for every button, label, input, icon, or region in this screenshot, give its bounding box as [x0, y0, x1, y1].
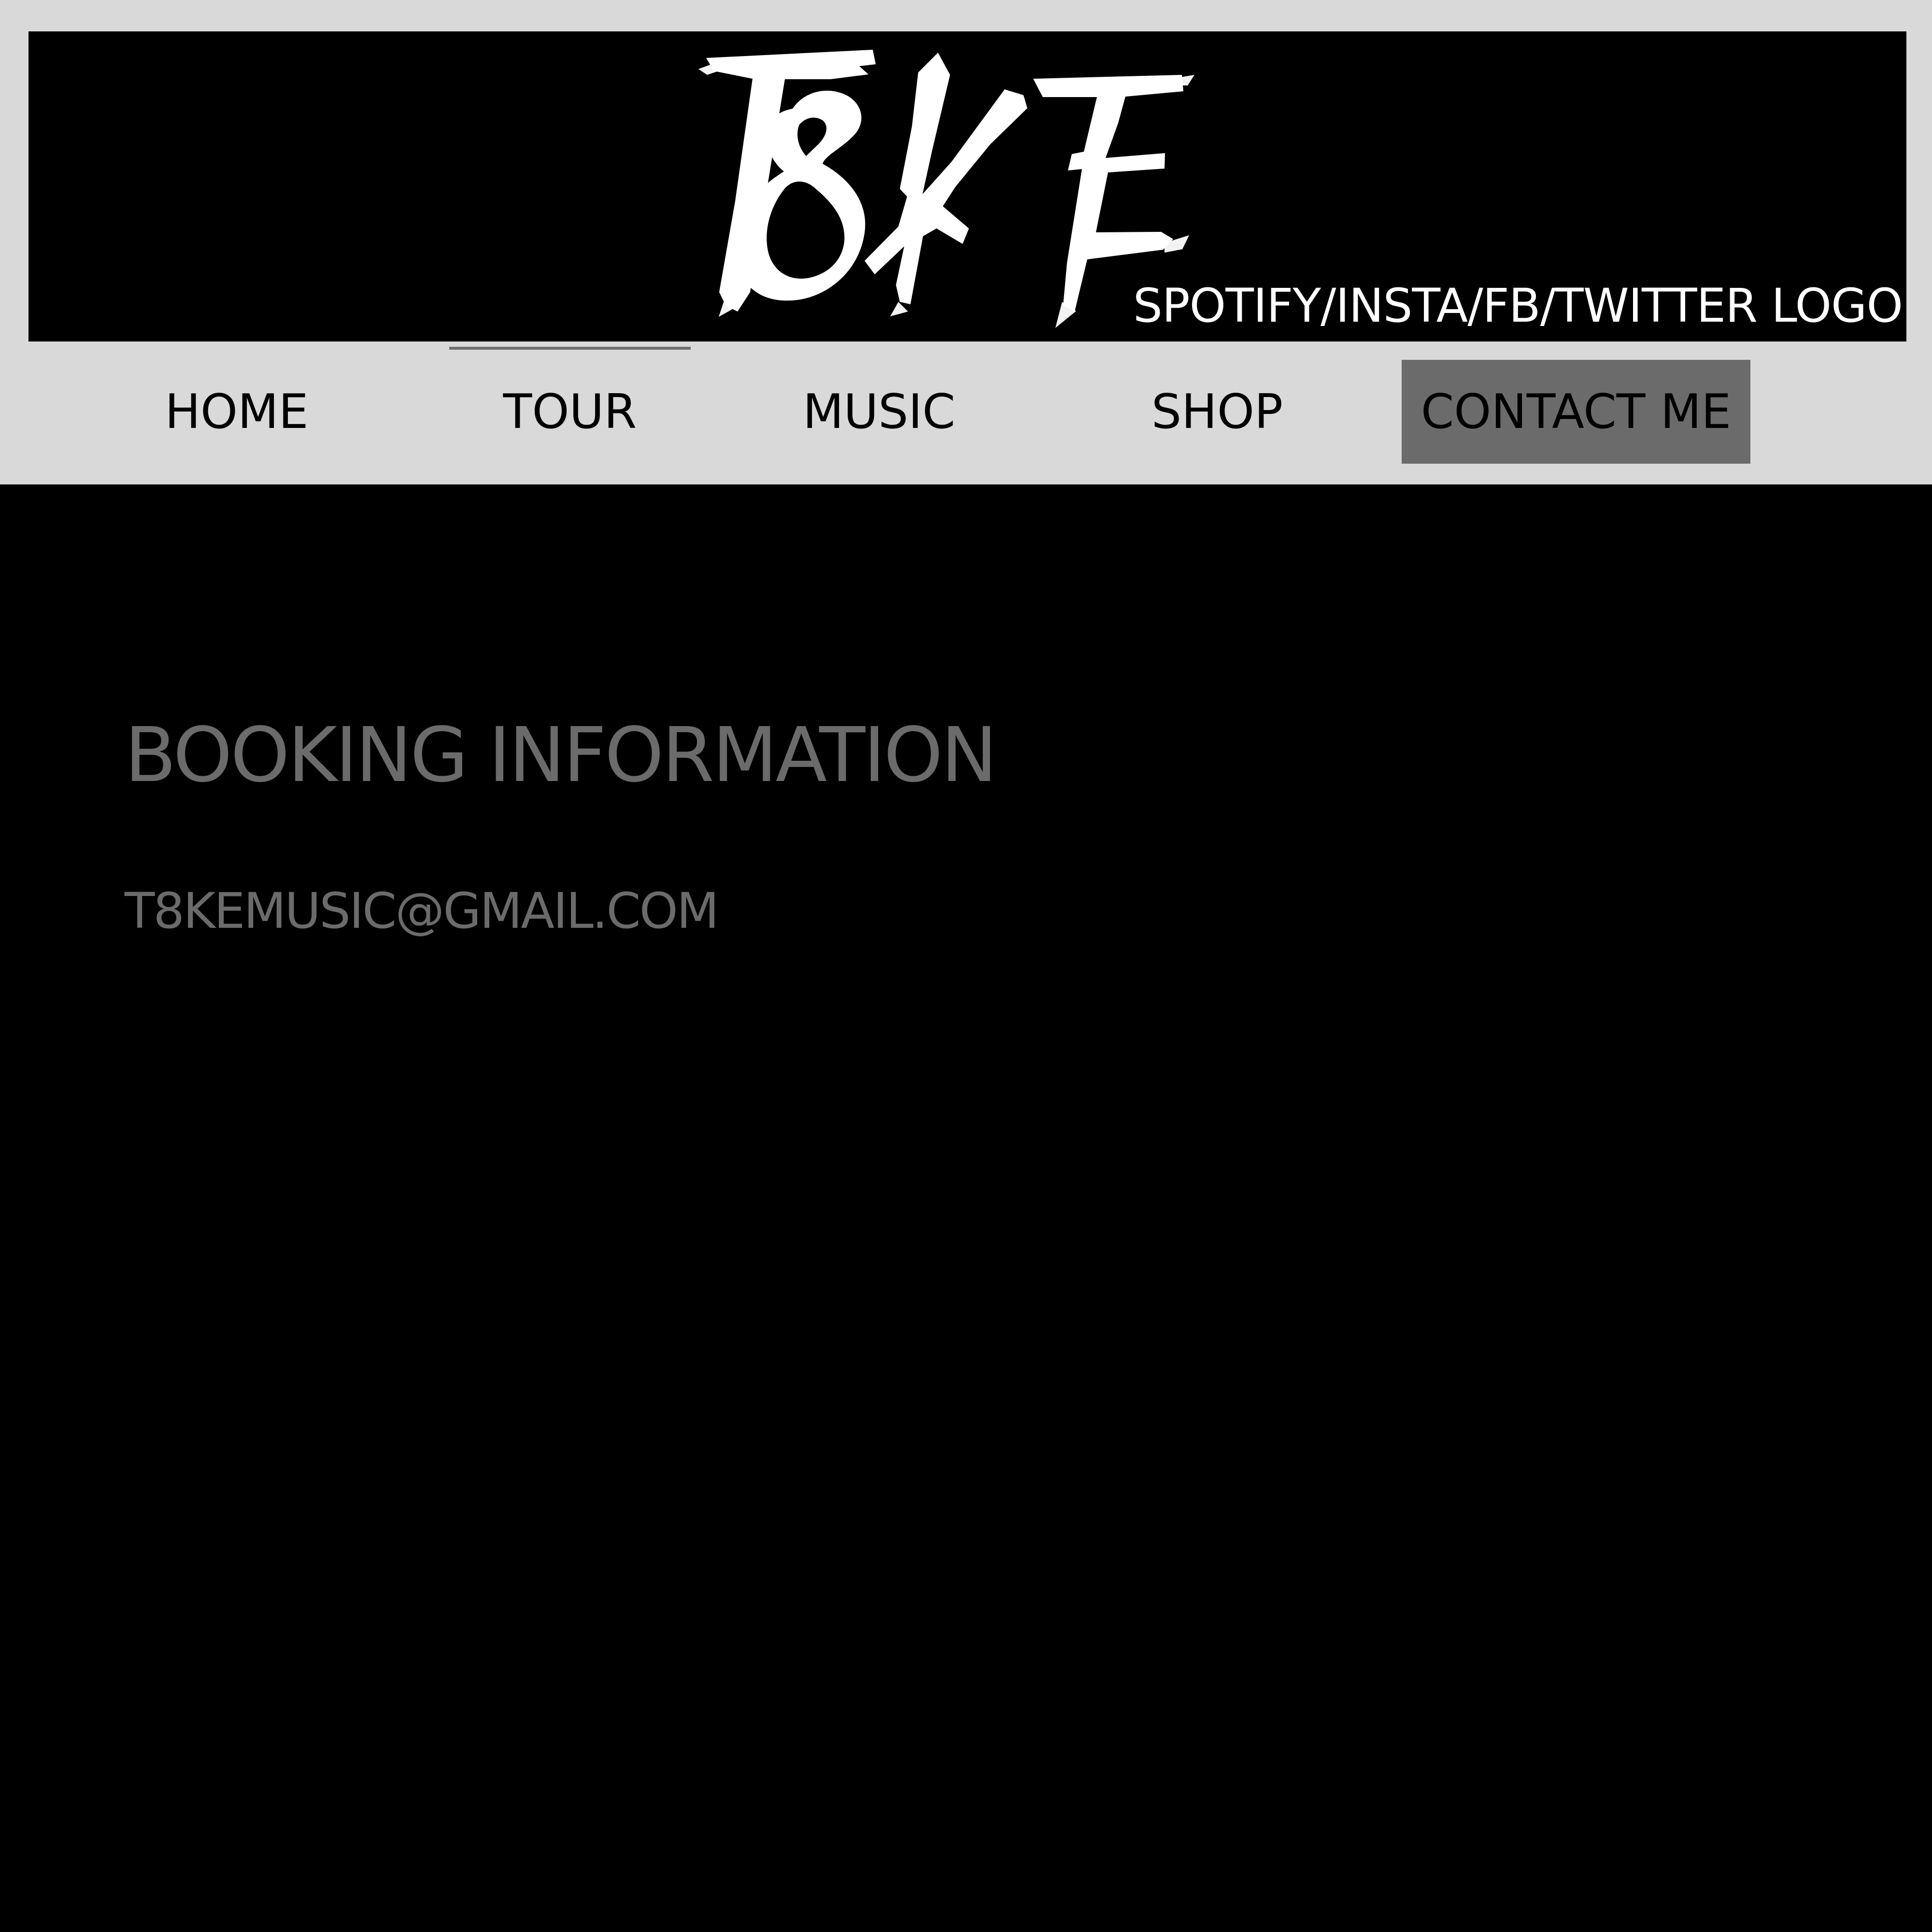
- nav-tour-link[interactable]: TOUR: [449, 360, 691, 464]
- nav-contact-link[interactable]: CONTACT ME: [1402, 360, 1750, 464]
- nav-shop-link[interactable]: SHOP: [1092, 360, 1343, 464]
- header-banner: SPOTIFY/INSTA/FB/TWITTER LOGO: [28, 31, 1906, 341]
- booking-email-link[interactable]: T8KEMUSIC@GMAIL.COM: [125, 887, 719, 936]
- booking-information-heading: BOOKING INFORMATION: [125, 711, 997, 799]
- nav-music-link[interactable]: MUSIC: [758, 360, 1000, 464]
- nav-home-link[interactable]: HOME: [121, 360, 353, 464]
- top-header-area: SPOTIFY/INSTA/FB/TWITTER LOGO HOME TOUR …: [0, 0, 1932, 484]
- social-media-links[interactable]: SPOTIFY/INSTA/FB/TWITTER LOGO: [1133, 283, 1903, 329]
- tour-active-marker: [449, 347, 691, 350]
- page: SPOTIFY/INSTA/FB/TWITTER LOGO HOME TOUR …: [0, 0, 1932, 1932]
